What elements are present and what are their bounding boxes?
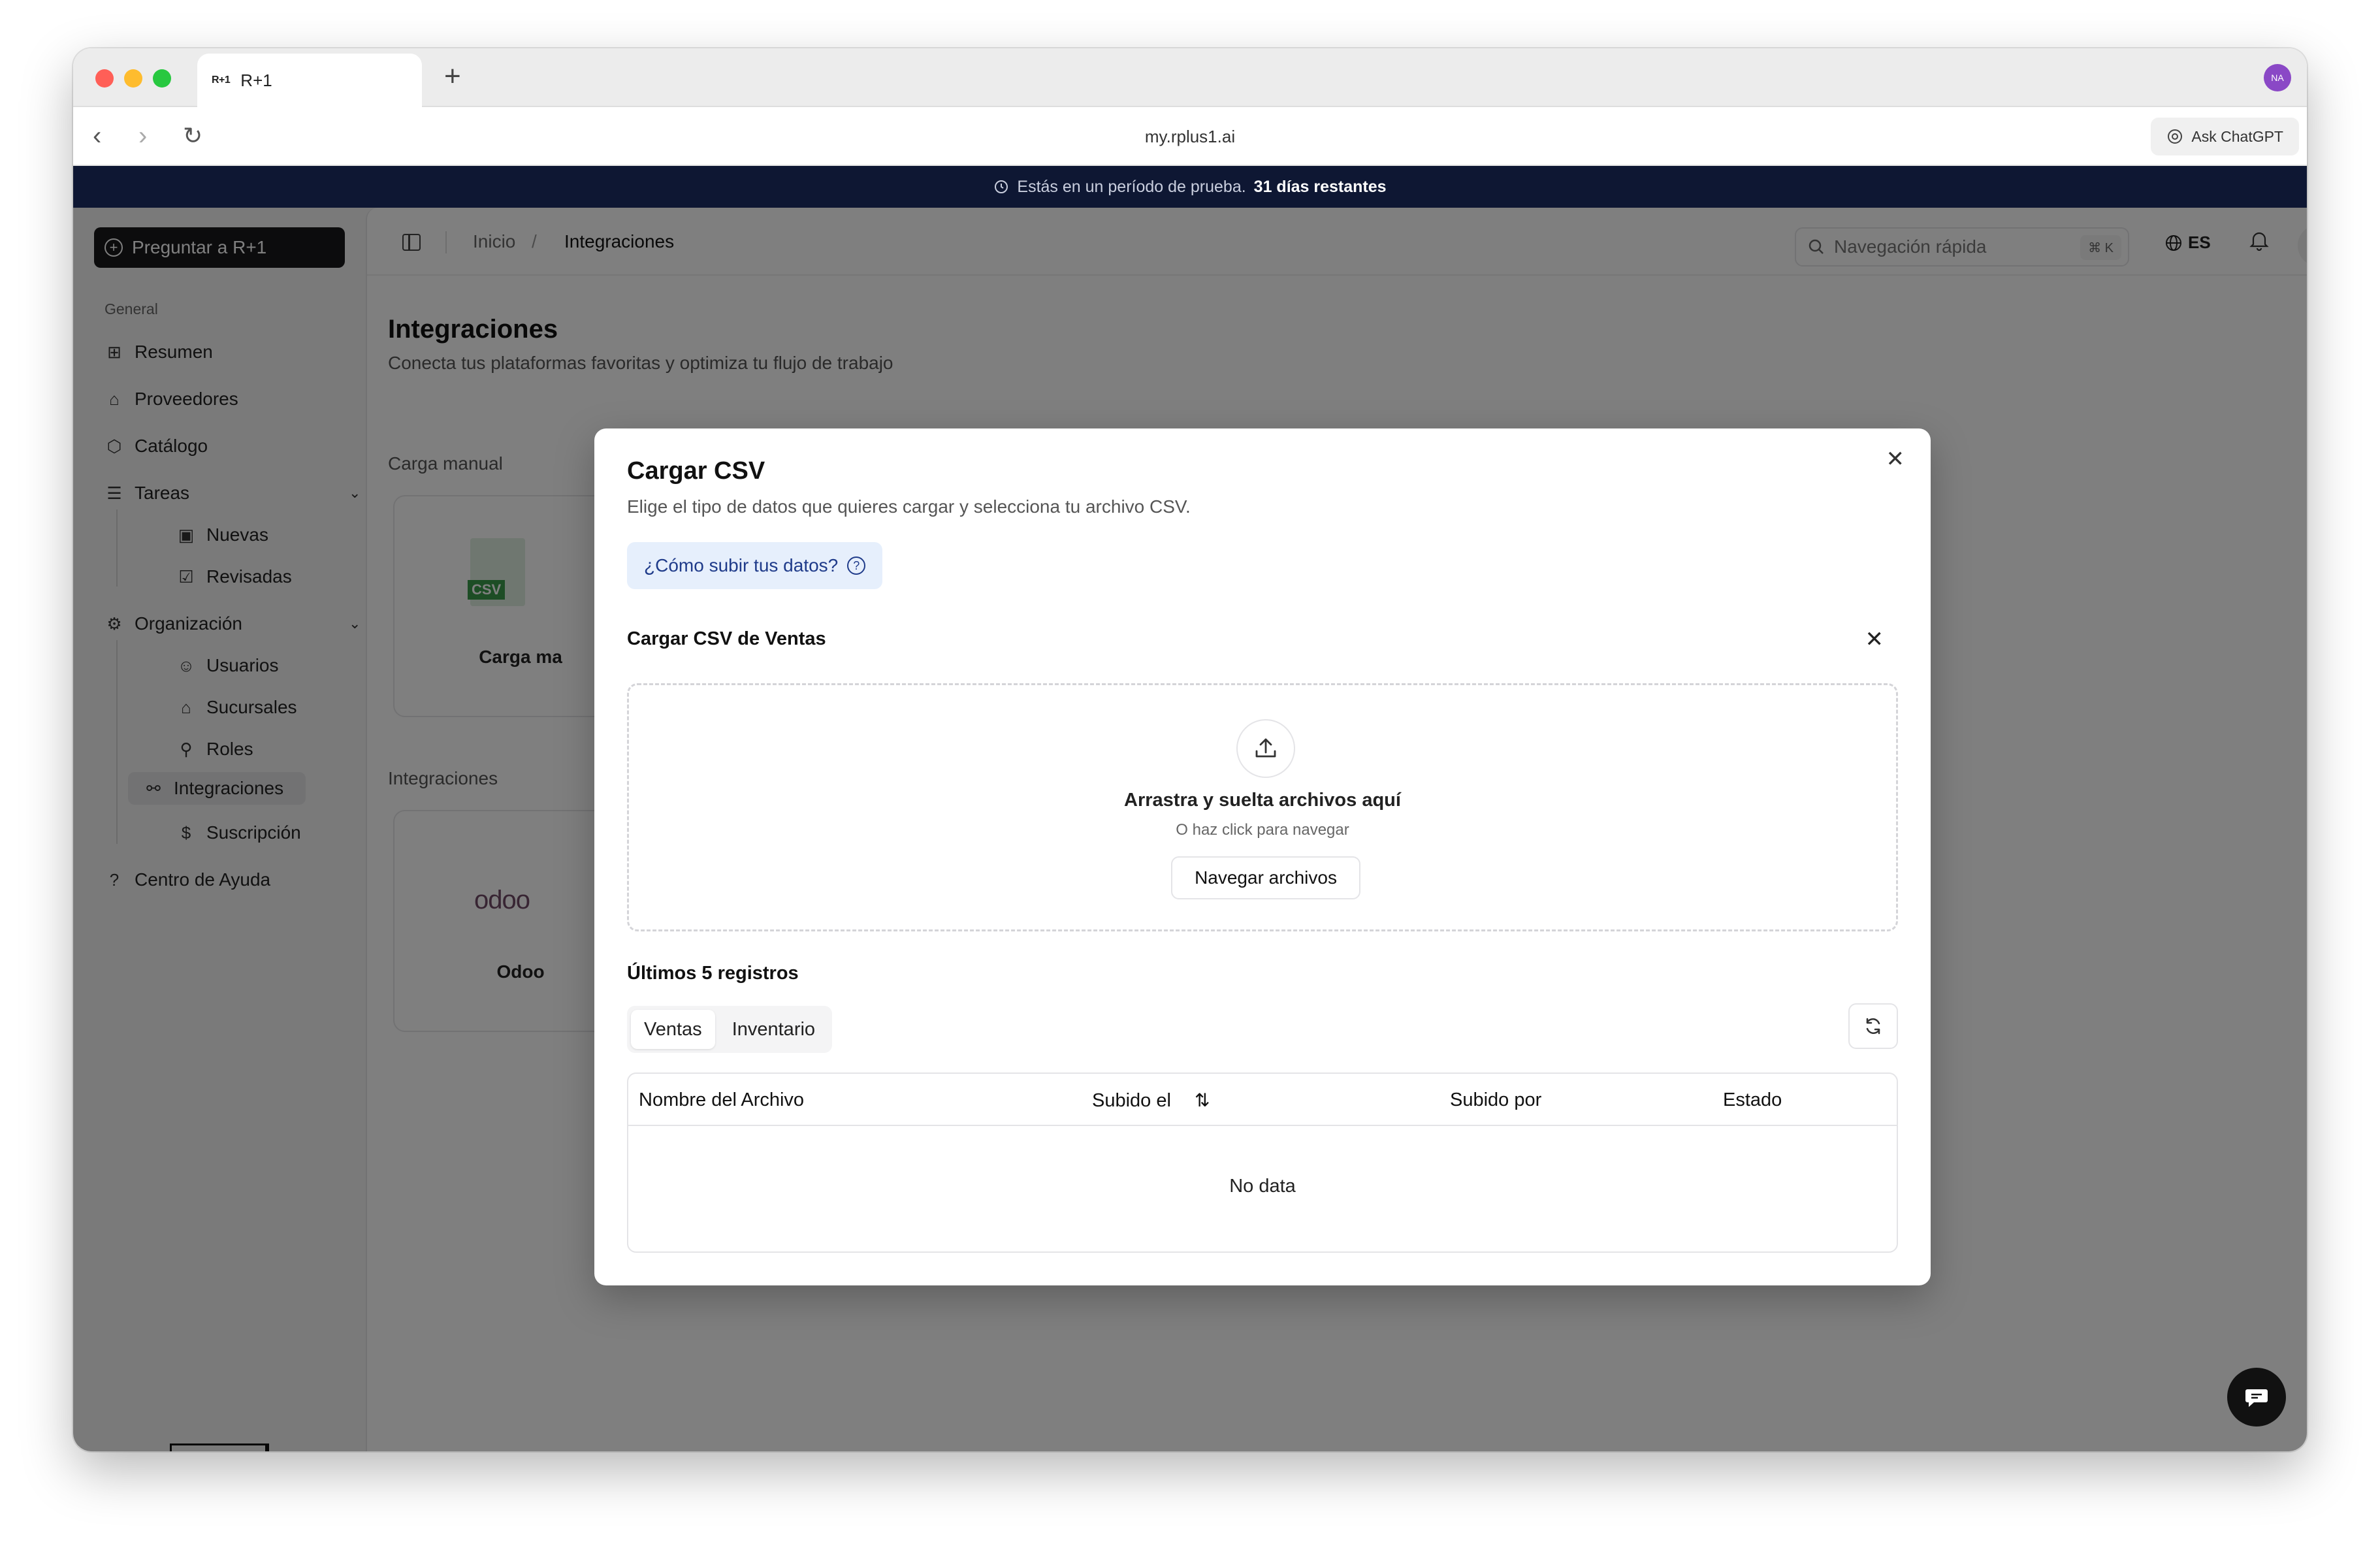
close-section-icon[interactable]: ✕ <box>1865 628 1884 651</box>
tab-ventas[interactable]: Ventas <box>631 1010 715 1049</box>
file-dropzone[interactable]: Arrastra y suelta archivos aquí O haz cl… <box>627 683 1898 931</box>
profile-avatar[interactable]: NA <box>2264 64 2291 91</box>
browser-window: R+1 R+1 + NA ‹ › ↻ my.rplus1.ai Ask Chat… <box>73 48 2307 1451</box>
trial-days: 31 días restantes <box>1253 177 1387 196</box>
chatgpt-icon <box>2168 129 2183 144</box>
browser-tabbar: R+1 R+1 + NA <box>73 48 2307 107</box>
empty-state: No data <box>1229 1176 1296 1197</box>
column-uploaded-by: Subido por <box>1450 1089 1542 1110</box>
records-table: Nombre del Archivo Subido el ⇅ Subido por… <box>627 1072 1898 1253</box>
tab-favicon: R+1 <box>212 74 231 86</box>
refresh-button[interactable] <box>1848 1003 1898 1049</box>
chat-icon <box>2245 1389 2268 1407</box>
new-tab-button[interactable]: + <box>444 60 461 93</box>
address-bar: ‹ › ↻ my.rplus1.ai Ask ChatGPT <box>73 107 2307 166</box>
maximize-window-button[interactable] <box>153 69 171 88</box>
browser-tab[interactable]: R+1 R+1 <box>197 54 422 107</box>
url-field[interactable]: my.rplus1.ai <box>73 127 2307 147</box>
tab-title: R+1 <box>240 70 272 90</box>
close-window-button[interactable] <box>95 69 114 88</box>
how-to-upload-button[interactable]: ¿Cómo subir tus datos? ? <box>627 542 883 589</box>
upload-section-title: Cargar CSV de Ventas <box>627 628 826 649</box>
dialog-description: Elige el tipo de datos que quieres carga… <box>627 496 1191 517</box>
refresh-icon <box>1866 1018 1880 1035</box>
ask-chatgpt-label: Ask ChatGPT <box>2191 127 2283 145</box>
dropzone-title: Arrastra y suelta archivos aquí <box>1124 790 1401 811</box>
upload-icon <box>1236 719 1295 778</box>
upload-csv-dialog: ✕ Cargar CSV Elige el tipo de datos que … <box>594 428 1931 1285</box>
dialog-title: Cargar CSV <box>627 457 765 485</box>
records-title: Últimos 5 registros <box>627 963 799 984</box>
close-icon[interactable]: ✕ <box>1886 448 1905 470</box>
chat-support-button[interactable] <box>2227 1368 2286 1427</box>
clock-icon <box>995 180 1008 193</box>
sort-icon[interactable]: ⇅ <box>1195 1090 1210 1110</box>
help-circle-icon: ? <box>847 556 866 575</box>
records-tabs: Ventas Inventario <box>627 1006 833 1053</box>
column-uploaded-at[interactable]: Subido el ⇅ <box>1092 1089 1210 1112</box>
dropzone-hint: O haz click para navegar <box>1176 821 1349 839</box>
column-uploaded-at-label: Subido el <box>1092 1090 1171 1111</box>
trial-text: Estás en un período de prueba. <box>1017 177 1246 196</box>
column-file-name: Nombre del Archivo <box>639 1089 805 1110</box>
browse-files-button[interactable]: Navegar archivos <box>1171 856 1360 899</box>
how-to-upload-label: ¿Cómo subir tus datos? <box>644 555 839 575</box>
minimize-window-button[interactable] <box>124 69 142 88</box>
table-header: Nombre del Archivo Subido el ⇅ Subido por… <box>628 1074 1897 1126</box>
ask-chatgpt-button[interactable]: Ask ChatGPT <box>2151 118 2299 155</box>
trial-banner: Estás en un período de prueba. 31 días r… <box>73 166 2307 208</box>
column-status: Estado <box>1723 1089 1782 1110</box>
tab-inventario[interactable]: Inventario <box>719 1010 828 1049</box>
